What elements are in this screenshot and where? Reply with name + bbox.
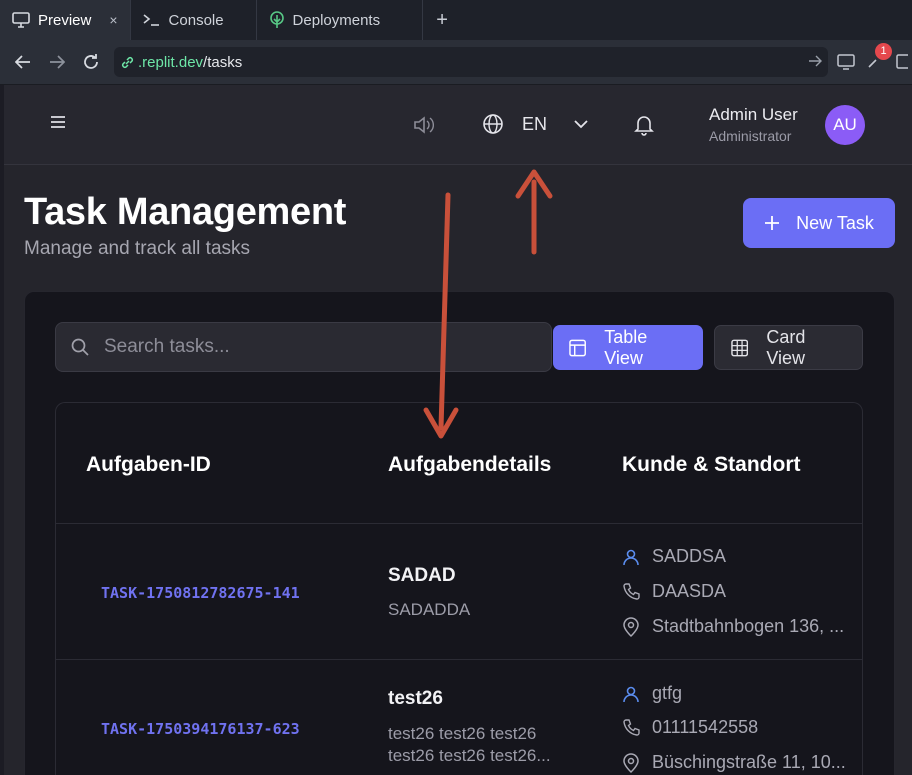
task-description: SADADDA [388, 600, 471, 619]
row-divider [56, 659, 862, 660]
terminal-icon [143, 14, 159, 26]
phone-icon [623, 582, 640, 600]
bell-icon [634, 116, 654, 136]
new-tab-button[interactable]: + [421, 0, 462, 40]
arrow-left-icon [15, 55, 30, 69]
customer-phone-text: 01111542558 [652, 717, 759, 737]
table-icon [569, 339, 586, 356]
card-view-button[interactable]: Card View [714, 325, 863, 370]
url-domain: .replit.dev [138, 53, 204, 71]
notification-badge: 1 [875, 42, 892, 60]
app-header: EN Admin User Administrator AU [4, 85, 912, 165]
arrow-right-icon [50, 55, 65, 69]
tab-console[interactable]: Console [129, 0, 256, 40]
page-subtitle: Manage and track all tasks [24, 238, 251, 259]
task-id[interactable]: TASK-1750394176137-623 [101, 720, 300, 738]
address-bar: .replit.dev /tasks 1 [0, 40, 912, 85]
customer-name: SADDSA [622, 546, 726, 567]
reload-button[interactable] [74, 45, 108, 79]
customer-name: gtfg [622, 683, 682, 704]
customer-phone: DAASDA [622, 581, 726, 602]
table-view-label: Table View [604, 326, 648, 368]
tab-deployments-label: Deployments [292, 11, 381, 29]
task-title: SADAD [388, 565, 456, 586]
column-header-details[interactable]: Aufgabendetails [388, 453, 551, 477]
grid-icon [731, 339, 749, 356]
menu-button[interactable] [50, 115, 66, 134]
device-icon[interactable] [836, 53, 856, 71]
user-name: Admin User [709, 105, 798, 124]
user-role: Administrator [709, 128, 792, 144]
browser-tab-bar: Preview × Console Deployments + [0, 0, 912, 40]
card-view-label: Card View [766, 326, 806, 368]
map-pin-icon [623, 752, 639, 773]
url-path: /tasks [203, 53, 243, 71]
tab-console-label: Console [168, 11, 224, 29]
tasks-panel: Table View Card View Aufgaben-ID Aufgabe… [24, 291, 895, 775]
column-header-id[interactable]: Aufgaben-ID [86, 453, 211, 477]
url-field[interactable]: .replit.dev /tasks [114, 47, 828, 77]
tab-preview-label: Preview [38, 11, 92, 29]
hamburger-icon [51, 116, 65, 128]
customer-address: Büschingstraße 11, 10... [622, 752, 846, 773]
user-icon [623, 549, 639, 565]
user-icon [623, 686, 639, 702]
map-pin-icon [623, 616, 639, 637]
close-icon[interactable]: × [109, 12, 117, 28]
arrow-right-icon[interactable] [808, 54, 822, 70]
sound-button[interactable] [412, 115, 434, 135]
back-button[interactable] [6, 45, 40, 79]
tree-icon [269, 11, 284, 28]
customer-phone: 01111542558 [622, 717, 758, 738]
plus-icon [765, 216, 780, 230]
customer-phone-text: DAASDA [652, 581, 727, 601]
task-description: test26 test26 test26 test26 test26 test2… [388, 724, 551, 765]
page-title: Task Management [24, 191, 347, 233]
devtools-button[interactable]: 1 [866, 42, 892, 75]
table-view-button[interactable]: Table View [553, 325, 703, 370]
reload-icon [84, 54, 98, 69]
phone-icon [623, 718, 640, 736]
tasks-table: Aufgaben-ID Aufgabendetails Kunde & Stan… [55, 402, 863, 775]
chevron-down-icon [574, 120, 588, 129]
link-icon [121, 56, 134, 68]
row-divider [56, 523, 862, 524]
customer-name-text: gtfg [652, 683, 683, 703]
column-header-customer[interactable]: Kunde & Standort [622, 453, 801, 477]
tab-preview[interactable]: Preview × [0, 0, 130, 40]
new-task-button[interactable]: New Task [743, 198, 895, 248]
language-code: EN [522, 113, 548, 134]
customer-address-text: Stadtbahnbogen 136, ... [652, 616, 845, 636]
browser-actions: 1 [836, 42, 908, 75]
search-box[interactable] [55, 322, 552, 372]
customer-name-text: SADDSA [652, 546, 727, 566]
globe-icon [483, 114, 503, 134]
user-info[interactable]: Admin User Administrator [709, 105, 798, 144]
language-selector[interactable]: EN [482, 113, 589, 135]
tab-deployments[interactable]: Deployments [255, 0, 422, 40]
window-icon[interactable] [896, 53, 908, 71]
task-id[interactable]: TASK-1750812782675-141 [101, 584, 300, 602]
notifications-button[interactable] [634, 114, 654, 136]
customer-address: Stadtbahnbogen 136, ... [622, 616, 844, 637]
search-icon [71, 338, 89, 356]
search-input[interactable] [104, 336, 504, 358]
task-title: test26 [388, 688, 443, 709]
customer-address-text: Büschingstraße 11, 10... [652, 752, 846, 772]
speaker-icon [414, 116, 434, 134]
avatar[interactable]: AU [825, 105, 865, 145]
monitor-icon [12, 12, 30, 28]
forward-button[interactable] [40, 45, 74, 79]
app-window: EN Admin User Administrator AU Task Mana… [4, 85, 912, 775]
new-task-label: New Task [796, 212, 874, 233]
